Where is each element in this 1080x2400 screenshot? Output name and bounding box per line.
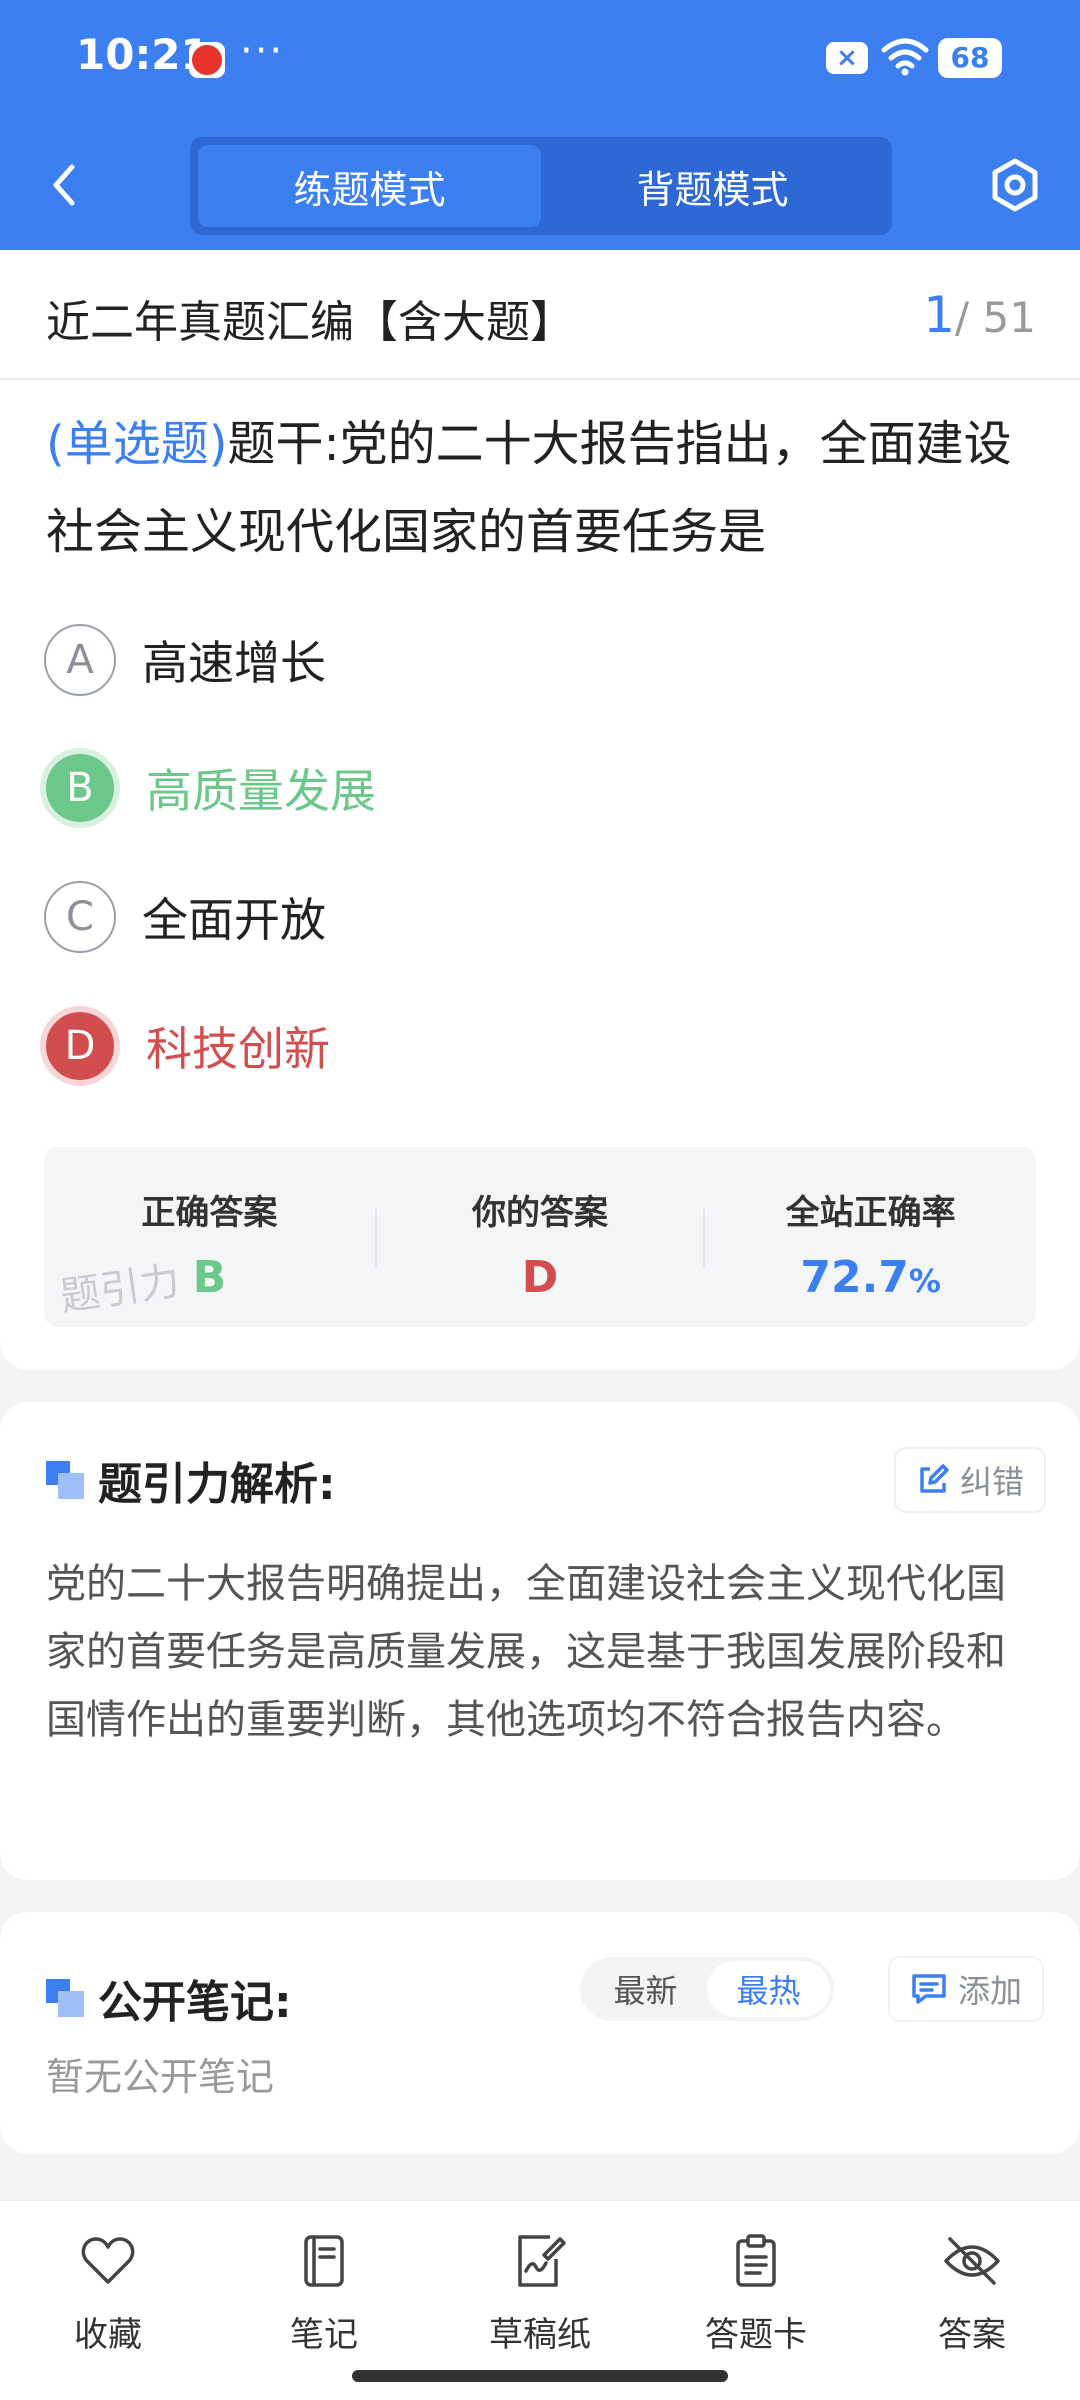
close-notification-icon: × bbox=[826, 42, 868, 74]
more-notifications-icon: ··· bbox=[240, 28, 285, 74]
your-answer-col: 你的答案 D bbox=[374, 1147, 706, 1327]
nav-favorite[interactable]: 收藏 bbox=[28, 2229, 188, 2356]
option-d[interactable]: D 科技创新 bbox=[40, 1006, 330, 1086]
netease-music-icon bbox=[189, 42, 225, 78]
nav-draft[interactable]: 草稿纸 bbox=[460, 2229, 620, 2356]
notes-sort-switch: 最新 最热 bbox=[580, 1957, 834, 2021]
top-bar: 10:21 ··· × 68 练题模式 背题模式 bbox=[0, 0, 1080, 250]
sort-latest[interactable]: 最新 bbox=[584, 1961, 707, 2017]
question-counter[interactable]: 1/ 51 bbox=[923, 286, 1036, 344]
nav-draft-label: 草稿纸 bbox=[489, 2315, 591, 2355]
tab-practice-mode[interactable]: 练题模式 bbox=[198, 145, 541, 227]
back-button[interactable] bbox=[40, 155, 90, 215]
accuracy-col: 全站正确率 72.7% bbox=[705, 1147, 1036, 1327]
correct-answer-label: 正确答案 bbox=[141, 1193, 278, 1233]
nav-answer-label: 答案 bbox=[938, 2315, 1006, 2355]
analysis-card: 题引力解析: 纠错 党的二十大报告明确提出，全面建设社会主义现代化国家的首要任务… bbox=[0, 1402, 1080, 1880]
accuracy-number: 72.7 bbox=[800, 1252, 909, 1303]
analysis-header: 题引力解析: bbox=[46, 1448, 336, 1512]
nav-answer-sheet[interactable]: 答题卡 bbox=[676, 2229, 836, 2356]
wifi-icon bbox=[880, 36, 930, 80]
edit-icon bbox=[920, 1464, 949, 1493]
correct-answer-col: 正确答案 B 题引力 bbox=[44, 1147, 375, 1327]
chevron-left-icon bbox=[53, 164, 75, 206]
add-note-label: 添加 bbox=[958, 1972, 1023, 2010]
notes-card: 公开笔记: 最新 最热 添加 暂无公开笔记 bbox=[0, 1912, 1080, 2154]
gear-icon bbox=[992, 158, 1038, 212]
sort-hottest[interactable]: 最热 bbox=[707, 1961, 830, 2017]
total-questions: / 51 bbox=[955, 293, 1036, 342]
accuracy-unit: % bbox=[908, 1262, 941, 1300]
mode-switch: 练题模式 背题模式 bbox=[190, 137, 892, 235]
comment-icon bbox=[912, 1974, 946, 2004]
settings-button[interactable] bbox=[985, 155, 1045, 215]
report-error-button[interactable]: 纠错 bbox=[896, 1449, 1045, 1511]
battery-icon: 68 bbox=[938, 38, 1002, 78]
accuracy-value: 72.7% bbox=[705, 1252, 1036, 1303]
clipboard-icon bbox=[736, 2234, 776, 2287]
analysis-text: 党的二十大报告明确提出，全面建设社会主义现代化国家的首要任务是高质量发展，这是基… bbox=[46, 1561, 1006, 1743]
notes-header: 公开笔记: bbox=[46, 1966, 292, 2030]
section-icon bbox=[46, 1979, 84, 2017]
question-type: (单选题) bbox=[46, 416, 228, 472]
option-text: 高速增长 bbox=[142, 636, 326, 690]
option-text: 科技创新 bbox=[146, 1022, 330, 1076]
option-letter: A bbox=[44, 624, 116, 696]
question-card: 近二年真题汇编【含大题】 1/ 51 (单选题)题干:党的二十大报告指出，全面建… bbox=[0, 250, 1080, 1370]
your-answer-label: 你的答案 bbox=[472, 1193, 608, 1233]
nav-answer[interactable]: 答案 bbox=[892, 2229, 1052, 2356]
draft-paper-icon bbox=[518, 2235, 566, 2287]
option-text: 高质量发展 bbox=[146, 764, 376, 818]
accuracy-label: 全站正确率 bbox=[785, 1193, 956, 1233]
add-note-button[interactable]: 添加 bbox=[890, 1958, 1043, 2020]
status-bar: 10:21 ··· × 68 bbox=[0, 0, 1080, 120]
notes-title: 公开笔记: bbox=[98, 1977, 292, 2028]
eye-off-icon bbox=[944, 2237, 1000, 2285]
option-c[interactable]: C 全面开放 bbox=[44, 877, 326, 957]
current-question-number: 1 bbox=[923, 286, 956, 344]
nav-favorite-label: 收藏 bbox=[74, 2315, 142, 2355]
exam-title: 近二年真题汇编【含大题】 bbox=[46, 297, 574, 348]
option-a[interactable]: A 高速增长 bbox=[44, 620, 326, 700]
exam-title-row: 近二年真题汇编【含大题】 1/ 51 bbox=[0, 250, 1080, 380]
nav-answer-sheet-label: 答题卡 bbox=[705, 2315, 807, 2355]
section-icon bbox=[46, 1461, 84, 1499]
report-error-label: 纠错 bbox=[960, 1463, 1025, 1501]
option-text: 全面开放 bbox=[142, 893, 326, 947]
nav-notes[interactable]: 笔记 bbox=[244, 2229, 404, 2356]
tab-memorize-mode[interactable]: 背题模式 bbox=[541, 145, 884, 227]
empty-notes-text: 暂无公开笔记 bbox=[46, 2055, 275, 2099]
your-answer-value: D bbox=[521, 1252, 559, 1303]
option-letter: B bbox=[40, 748, 120, 828]
option-letter: D bbox=[40, 1006, 120, 1086]
heart-icon bbox=[81, 2237, 135, 2284]
notebook-icon bbox=[304, 2235, 344, 2287]
option-letter: C bbox=[44, 881, 116, 953]
answer-summary: 正确答案 B 题引力 你的答案 D 全站正确率 72.7% bbox=[44, 1147, 1036, 1327]
option-b[interactable]: B 高质量发展 bbox=[40, 748, 376, 828]
question-stem: (单选题)题干:党的二十大报告指出，全面建设社会主义现代化国家的首要任务是 bbox=[46, 400, 1036, 576]
analysis-title: 题引力解析: bbox=[98, 1459, 336, 1510]
nav-notes-label: 笔记 bbox=[290, 2315, 358, 2355]
home-indicator[interactable] bbox=[352, 2370, 728, 2382]
